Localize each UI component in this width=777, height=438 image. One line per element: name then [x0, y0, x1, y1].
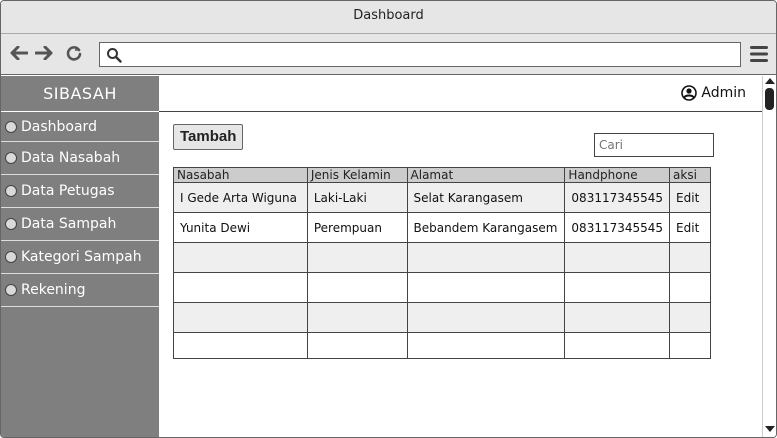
edit-link[interactable]: Edit	[669, 182, 711, 213]
user-avatar-icon	[681, 85, 698, 101]
radio-dot-icon	[5, 152, 17, 164]
radio-dot-icon	[5, 284, 17, 296]
cell-alamat	[406, 302, 566, 333]
cell-handphone	[564, 272, 671, 303]
user-menu[interactable]: Admin	[681, 85, 746, 101]
user-name: Admin	[701, 85, 746, 101]
radio-dot-icon	[5, 120, 17, 133]
cell-jenis-kelamin	[306, 302, 408, 333]
cell-handphone	[564, 332, 671, 359]
app-brand: SIBASAH	[1, 76, 159, 112]
search-icon	[107, 48, 122, 63]
cell-alamat	[406, 242, 566, 273]
sidebar-item-data-petugas[interactable]: Data Petugas	[1, 175, 159, 208]
cell-jenis-kelamin	[306, 272, 408, 303]
cell-handphone: 083117345545	[564, 182, 671, 213]
browser-window: Dashboard SIBASAH Dashboard Data Nasabah	[0, 0, 777, 438]
search-input[interactable]	[594, 133, 714, 157]
cell-nasabah	[173, 302, 308, 333]
cell-handphone: 083117345545	[564, 212, 671, 243]
sidebar-item-label: Data Sampah	[21, 216, 117, 232]
radio-dot-icon	[5, 185, 17, 197]
scroll-thumb[interactable]	[765, 88, 774, 110]
cell-aksi	[669, 272, 711, 303]
cell-alamat	[406, 272, 566, 303]
table-row	[173, 272, 711, 303]
cell-alamat: Selat Karangasem	[406, 182, 566, 213]
column-header-aksi: aksi	[669, 167, 711, 183]
data-table: Nasabah Jenis Kelamin Alamat Handphone a…	[173, 167, 711, 359]
main-content: Admin Tambah Nasabah Jenis Kelamin Alama…	[159, 76, 762, 437]
cell-nasabah	[173, 272, 308, 303]
cell-jenis-kelamin: Perempuan	[306, 212, 408, 243]
edit-link[interactable]: Edit	[669, 212, 711, 243]
cell-alamat	[406, 332, 566, 359]
top-header: Admin	[159, 76, 762, 112]
cell-alamat: Bebandem Karangasem	[406, 212, 566, 243]
cell-nasabah: Yunita Dewi	[173, 212, 308, 243]
cell-aksi	[669, 302, 711, 333]
table-row	[173, 242, 711, 273]
browser-toolbar	[1, 34, 776, 75]
sidebar-item-data-nasabah[interactable]: Data Nasabah	[1, 142, 159, 175]
sidebar-item-dashboard[interactable]: Dashboard	[1, 112, 159, 142]
sidebar-item-rekening[interactable]: Rekening	[1, 274, 159, 307]
cell-aksi	[669, 242, 711, 273]
table-header-row: Nasabah Jenis Kelamin Alamat Handphone a…	[173, 167, 711, 183]
radio-dot-icon	[5, 218, 17, 230]
cell-nasabah	[173, 332, 308, 359]
hamburger-menu-icon[interactable]	[749, 45, 769, 63]
scroll-down-arrow-icon[interactable]	[765, 426, 775, 432]
cell-handphone	[564, 302, 671, 333]
sidebar-item-label: Kategori Sampah	[21, 249, 142, 265]
cell-nasabah: I Gede Arta Wiguna	[173, 182, 308, 213]
sidebar-item-label: Rekening	[21, 282, 86, 298]
reload-icon[interactable]	[64, 43, 84, 63]
cell-aksi	[669, 332, 711, 359]
scroll-up-arrow-icon[interactable]	[765, 78, 775, 84]
sidebar-item-label: Dashboard	[21, 118, 97, 135]
sidebar-item-kategori-sampah[interactable]: Kategori Sampah	[1, 241, 159, 274]
table-row: Yunita Dewi Perempuan Bebandem Karangase…	[173, 212, 711, 243]
sidebar-item-label: Data Petugas	[21, 183, 115, 199]
table-row	[173, 302, 711, 333]
cell-jenis-kelamin	[306, 242, 408, 273]
vertical-scrollbar[interactable]	[762, 76, 776, 437]
sidebar: SIBASAH Dashboard Data Nasabah Data Petu…	[1, 76, 159, 437]
column-header-jenis-kelamin: Jenis Kelamin	[306, 167, 408, 183]
cell-nasabah	[173, 242, 308, 273]
column-header-nasabah: Nasabah	[173, 167, 308, 183]
add-button[interactable]: Tambah	[173, 124, 244, 150]
sidebar-item-label: Data Nasabah	[21, 150, 121, 166]
cell-jenis-kelamin: Laki-Laki	[306, 182, 408, 213]
address-bar[interactable]	[99, 42, 741, 67]
arrow-right-icon[interactable]	[34, 43, 54, 63]
sidebar-item-data-sampah[interactable]: Data Sampah	[1, 208, 159, 241]
cell-handphone	[564, 242, 671, 273]
column-header-alamat: Alamat	[406, 167, 566, 183]
cell-jenis-kelamin	[306, 332, 408, 359]
table-row: I Gede Arta Wiguna Laki-Laki Selat Karan…	[173, 182, 711, 213]
table-row	[173, 332, 711, 359]
column-header-handphone: Handphone	[564, 167, 671, 183]
arrow-left-icon[interactable]	[9, 43, 29, 63]
window-title: Dashboard	[1, 1, 776, 34]
radio-dot-icon	[5, 251, 17, 263]
